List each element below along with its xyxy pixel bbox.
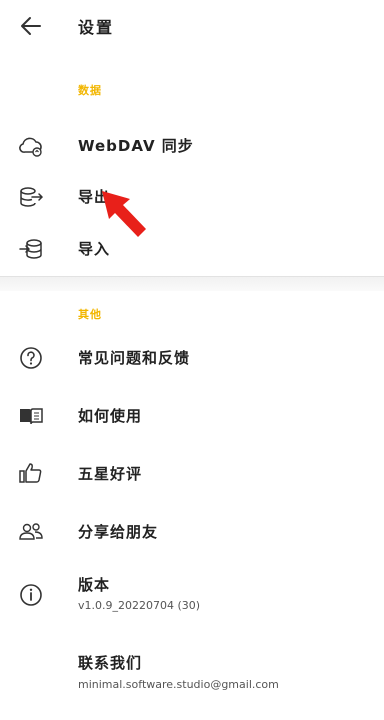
menu-item-label: 版本 — [78, 576, 111, 594]
arrow-left-icon[interactable] — [18, 14, 44, 38]
cloud-sync-icon — [18, 133, 44, 159]
contact-email: minimal.software.studio@gmail.com — [78, 678, 279, 691]
info-icon — [18, 582, 44, 608]
menu-item-share-friends[interactable]: 分享给朋友 — [0, 506, 384, 558]
book-icon — [18, 403, 44, 429]
database-export-icon — [18, 184, 44, 210]
red-arrow-annotation — [96, 185, 156, 243]
help-circle-icon — [18, 345, 44, 371]
menu-item-how-to-use[interactable]: 如何使用 — [0, 390, 384, 442]
section-other: 其他 常见问题和反馈 如何使用 五星好评 分享给朋友 版本 v1.0.9_202… — [0, 290, 384, 720]
section-divider — [0, 276, 384, 291]
top-app-bar: 设置 — [0, 0, 384, 52]
menu-item-label: 分享给朋友 — [78, 523, 159, 541]
menu-item-label: 五星好评 — [78, 465, 143, 483]
database-import-icon — [18, 236, 44, 262]
people-icon — [18, 519, 44, 545]
version-number: v1.0.9_20220704 (30) — [78, 599, 201, 612]
section-data: 数据 WebDAV 同步 导出 导入 — [0, 60, 384, 276]
menu-item-import[interactable]: 导入 — [0, 224, 384, 276]
thumb-up-icon — [18, 460, 44, 486]
menu-item-label: WebDAV 同步 — [78, 137, 194, 155]
menu-item-webdav-sync[interactable]: WebDAV 同步 — [0, 120, 384, 172]
section-header-other: 其他 — [78, 308, 102, 321]
menu-item-rate-five-stars[interactable]: 五星好评 — [0, 448, 384, 500]
menu-item-faq-feedback[interactable]: 常见问题和反馈 — [0, 332, 384, 384]
menu-item-label: 常见问题和反馈 — [78, 349, 191, 367]
page-title: 设置 — [78, 18, 115, 37]
menu-item-export[interactable]: 导出 — [0, 172, 384, 224]
menu-item-version[interactable]: 版本 v1.0.9_20220704 (30) — [0, 564, 384, 624]
section-header-data: 数据 — [78, 84, 102, 97]
menu-item-contact-us[interactable]: 联系我们 minimal.software.studio@gmail.com — [0, 640, 384, 700]
menu-item-label: 如何使用 — [78, 407, 143, 425]
menu-item-label: 联系我们 — [78, 654, 143, 672]
